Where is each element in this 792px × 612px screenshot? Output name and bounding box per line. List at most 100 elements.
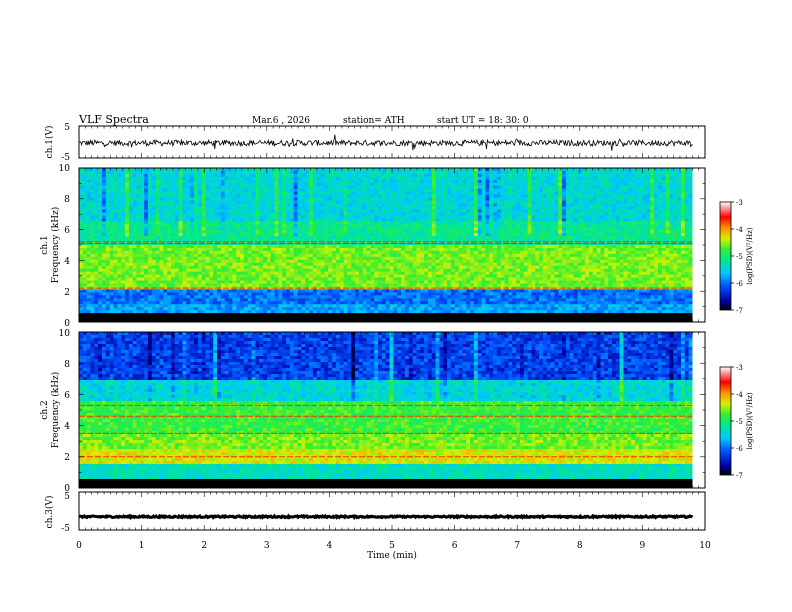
spectrogram-cell: [144, 224, 148, 227]
spectrogram-cell: [271, 198, 275, 201]
spectrogram-cell: [213, 245, 217, 248]
spectrogram-cell: [252, 168, 256, 171]
spectrogram-cell: [409, 230, 413, 233]
spectrogram-cell: [87, 207, 91, 210]
spectrogram-cell: [125, 180, 129, 183]
spectrogram-cell: [102, 233, 106, 236]
spectrogram-cell: [485, 204, 489, 207]
spectrogram-cell: [654, 192, 658, 195]
spectrogram-cell: [650, 183, 654, 186]
spectrogram-cell: [267, 230, 271, 233]
spectrogram-cell: [516, 218, 520, 221]
spectrogram-cell: [470, 212, 474, 215]
spectrogram-cell: [363, 224, 367, 227]
spectrogram-cell: [363, 227, 367, 230]
spectrogram-cell: [405, 212, 409, 215]
spectrogram-cell: [167, 192, 171, 195]
spectrogram-cell: [478, 171, 482, 174]
spectrogram-cell: [600, 171, 604, 174]
spectrogram-cell: [627, 207, 631, 210]
spectrogram-cell: [102, 251, 106, 254]
spectrogram-cell: [581, 189, 585, 192]
spectrogram-cell: [94, 195, 98, 198]
spectrogram-cell: [382, 207, 386, 210]
spectrogram-cell: [390, 192, 394, 195]
spectrogram-cell: [87, 204, 91, 207]
spectrogram-cell: [501, 171, 505, 174]
spectrogram-cell: [528, 192, 532, 195]
spectrogram-cell: [489, 171, 493, 174]
spectrogram-cell: [79, 248, 83, 251]
spectrogram-cell: [117, 248, 121, 251]
spectrogram-cell: [190, 186, 194, 189]
spectrogram-cell: [160, 195, 164, 198]
spectrogram-cell: [397, 215, 401, 218]
spectrogram-cell: [255, 207, 259, 210]
spectrogram-cell: [332, 207, 336, 210]
spectrogram-cell: [482, 215, 486, 218]
spectrogram-cell: [616, 254, 620, 257]
spectrogram-cell: [405, 201, 409, 204]
spectrogram-cell: [221, 254, 225, 257]
spectrogram-cell: [604, 233, 608, 236]
spectrogram-cell: [351, 168, 355, 171]
spectrogram-cell: [140, 186, 144, 189]
spectrogram-cell: [232, 207, 236, 210]
spectrogram-cell: [390, 230, 394, 233]
spectrogram-cell: [401, 215, 405, 218]
spectrogram-cell: [198, 198, 202, 201]
spectrogram-cell: [255, 198, 259, 201]
spectrogram-cell: [209, 233, 213, 236]
spectrogram-cell: [393, 201, 397, 204]
spectrogram-cell: [689, 209, 693, 212]
spectrogram-cell: [390, 215, 394, 218]
spectrogram-cell: [505, 251, 509, 254]
spectrogram-cell: [121, 186, 125, 189]
spectrogram-cell: [133, 224, 137, 227]
spectrogram-cell: [666, 192, 670, 195]
spectrogram-cell: [206, 171, 210, 174]
spectrogram-cell: [378, 209, 382, 212]
spectrogram-cell: [183, 212, 187, 215]
spectrogram-cell: [328, 215, 332, 218]
spectrogram-cell: [631, 245, 635, 248]
spectrogram-cell: [347, 233, 351, 236]
spectrogram-cell: [91, 189, 95, 192]
spectrogram-cell: [616, 215, 620, 218]
spectrogram-cell: [213, 251, 217, 254]
spectrogram-cell: [190, 189, 194, 192]
spectrogram-cell: [604, 192, 608, 195]
spectrogram-cell: [294, 171, 298, 174]
spectrogram-cell: [597, 227, 601, 230]
spectrogram-cell: [160, 177, 164, 180]
spectrogram-cell: [466, 245, 470, 248]
spectrogram-cell: [520, 198, 524, 201]
spectrogram-cell: [535, 201, 539, 204]
spectrogram-cell: [140, 195, 144, 198]
spectrogram-cell: [282, 230, 286, 233]
spectrogram-cell: [597, 183, 601, 186]
spectrogram-cell: [531, 227, 535, 230]
spectrogram-cell: [600, 168, 604, 171]
spectrogram-cell: [597, 212, 601, 215]
spectrogram-cell: [443, 227, 447, 230]
spectrogram-cell: [551, 245, 555, 248]
spectrogram-cell: [520, 186, 524, 189]
spectrogram-cell: [658, 192, 662, 195]
spectrogram-cell: [405, 186, 409, 189]
spectrogram-cell: [420, 215, 424, 218]
spectrogram-cell: [137, 224, 141, 227]
spectrogram-cell: [244, 221, 248, 224]
spectrogram-cell: [206, 183, 210, 186]
spectrogram-cell: [650, 180, 654, 183]
spectrogram-cell: [321, 245, 325, 248]
spectrogram-cell: [190, 245, 194, 248]
spectrogram-cell: [505, 215, 509, 218]
spectrogram-cell: [432, 186, 436, 189]
spectrogram-cell: [313, 227, 317, 230]
spectrogram-cell: [627, 254, 631, 257]
spectrogram-cell: [677, 201, 681, 204]
spectrogram-cell: [455, 171, 459, 174]
spectrogram-cell: [493, 174, 497, 177]
spectrogram-cell: [459, 201, 463, 204]
